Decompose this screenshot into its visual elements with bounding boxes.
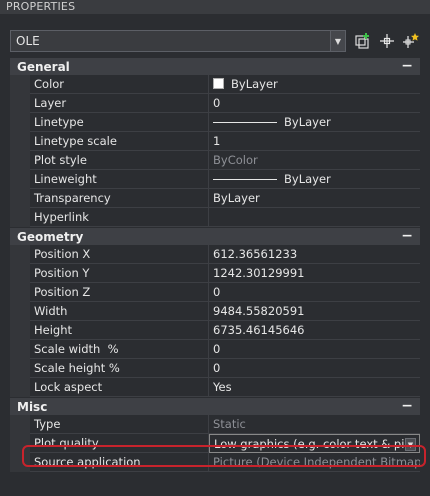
property-row-position-x[interactable]: Position X 612.36561233 [10,245,420,264]
property-value: Picture (Device Independent Bitmap) [209,453,420,472]
property-name: Position Y [30,264,209,283]
property-row-position-y[interactable]: Position Y 1242.30129991 [10,264,420,283]
property-value: ByColor [209,151,420,170]
property-value[interactable]: 9484.55820591 [209,302,420,321]
property-value[interactable]: ByLayer [209,113,420,132]
property-row-width[interactable]: Width 9484.55820591 [10,302,420,321]
section-geometry[interactable]: Geometry − [10,227,420,245]
palette-title: PROPERTIES [0,0,430,14]
property-name: Linetype [30,113,209,132]
chevron-down-icon[interactable]: ▼ [405,438,416,451]
property-value[interactable]: ByLayer [209,170,420,189]
property-value[interactable]: 6735.46145646 [209,321,420,340]
properties-grid: General − Color ByLayer Layer 0 Linetype… [10,57,420,472]
property-name: Hyperlink [30,208,209,227]
property-value[interactable]: ByLayer [209,189,420,208]
property-name: Type [30,415,209,434]
property-row-linetype-scale[interactable]: Linetype scale 1 [10,132,420,151]
property-row-lock-aspect[interactable]: Lock aspect Yes [10,378,420,397]
property-row-scale-height[interactable]: Scale height % 0 [10,359,420,378]
property-row-height[interactable]: Height 6735.46145646 [10,321,420,340]
quick-select-icon[interactable] [402,32,420,50]
linetype-sample-icon [213,122,277,123]
section-title: General [17,60,70,74]
section-title: Geometry [17,230,84,244]
property-value[interactable]: Yes [209,378,420,397]
property-name: Position Z [30,283,209,302]
property-row-transparency[interactable]: Transparency ByLayer [10,189,420,208]
property-row-type[interactable]: Type Static [10,415,420,434]
property-row-layer[interactable]: Layer 0 [10,94,420,113]
property-row-scale-width[interactable]: Scale width % 0 [10,340,420,359]
property-name: Color [30,75,209,94]
property-name: Scale width % [30,340,209,359]
property-row-color[interactable]: Color ByLayer [10,75,420,94]
property-row-hyperlink[interactable]: Hyperlink [10,208,420,227]
property-row-plot-style[interactable]: Plot style ByColor [10,151,420,170]
property-row-source-application[interactable]: Source application Picture (Device Indep… [10,453,420,472]
section-title: Misc [17,400,48,414]
property-value[interactable]: 612.36561233 [209,245,420,264]
color-swatch-icon [213,78,224,89]
property-row-plot-quality[interactable]: Plot quality Low graphics (e.g. color te… [10,434,420,453]
property-value: Static [209,415,420,434]
property-name: Linetype scale [30,132,209,151]
property-row-lineweight[interactable]: Lineweight ByLayer [10,170,420,189]
toggle-pickadd-icon[interactable] [354,32,372,50]
property-name: Scale height % [30,359,209,378]
property-value[interactable] [209,208,420,227]
collapse-icon[interactable]: − [401,228,413,244]
section-misc[interactable]: Misc − [10,397,420,415]
toolbar: OLE ▼ [0,26,430,56]
property-name: Source application [30,453,209,472]
property-value[interactable]: 0 [209,359,420,378]
property-name: Layer [30,94,209,113]
property-value[interactable]: 0 [209,283,420,302]
property-value[interactable]: ByLayer [209,75,420,94]
object-type-value: OLE [16,34,40,48]
property-name: Height [30,321,209,340]
object-type-dropdown[interactable]: OLE ▼ [10,30,346,52]
select-objects-icon[interactable] [378,32,396,50]
lineweight-sample-icon [213,179,277,180]
property-name: Plot quality [30,434,209,453]
property-row-linetype[interactable]: Linetype ByLayer [10,113,420,132]
property-value[interactable]: 1242.30129991 [209,264,420,283]
chevron-down-icon[interactable]: ▼ [330,31,345,51]
section-general[interactable]: General − [10,57,420,75]
collapse-icon[interactable]: − [401,58,413,74]
property-value[interactable]: 0 [209,94,420,113]
property-value[interactable]: 1 [209,132,420,151]
collapse-icon[interactable]: − [401,398,413,414]
property-value[interactable]: 0 [209,340,420,359]
property-name: Width [30,302,209,321]
property-name: Plot style [30,151,209,170]
property-row-position-z[interactable]: Position Z 0 [10,283,420,302]
property-name: Lock aspect [30,378,209,397]
property-name: Transparency [30,189,209,208]
property-name: Lineweight [30,170,209,189]
property-name: Position X [30,245,209,264]
plot-quality-dropdown[interactable]: Low graphics (e.g. color text & pi... ▼ [209,434,420,453]
